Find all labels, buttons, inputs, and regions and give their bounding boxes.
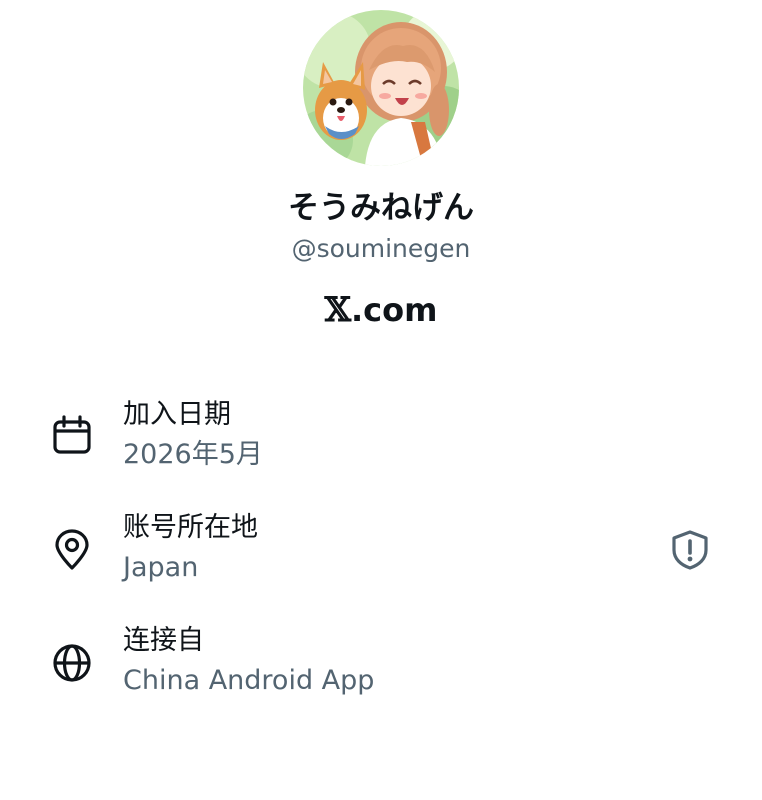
avatar-image [303,10,459,166]
avatar[interactable] [303,10,459,166]
globe-icon [51,642,93,684]
connected-label: 连接自 [123,625,204,656]
display-name: そうみねげん [288,190,474,226]
user-handle: @souminegen [291,234,471,263]
connected-value: China Android App [123,665,375,696]
info-row-joined: 加入日期 2026年5月 [0,396,762,476]
location-pin-icon [51,529,93,571]
info-row-connected: 连接自 China Android App [0,622,762,702]
calendar-icon [51,414,93,456]
site-brand: 𝕏.com [0,288,762,332]
location-label: 账号所在地 [123,512,258,543]
info-row-location: 账号所在地 Japan [0,509,762,589]
site-suffix: .com [350,291,438,329]
x-logo: 𝕏 [324,290,351,330]
joined-label: 加入日期 [123,399,231,430]
joined-value: 2026年5月 [123,439,263,470]
location-value: Japan [123,552,199,583]
shield-alert-icon[interactable] [668,528,712,572]
